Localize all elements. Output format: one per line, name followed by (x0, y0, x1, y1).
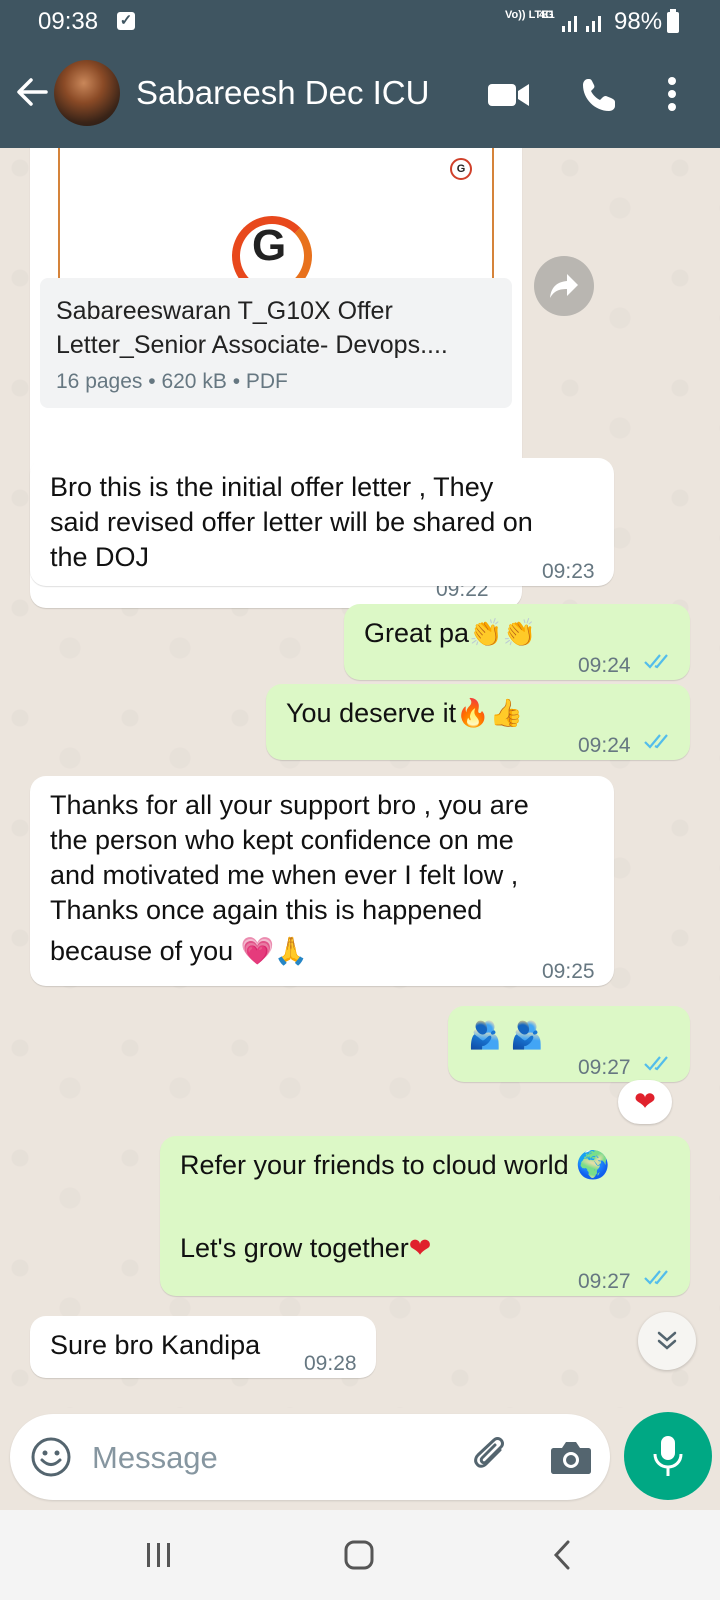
message-time: 09:24 (578, 734, 631, 757)
incoming-message[interactable]: Sure bro Kandipa 09:28 (30, 1316, 376, 1378)
message-time: 09:24 (578, 654, 631, 677)
double-check-icon (644, 1270, 668, 1285)
document-type: PDF (245, 370, 288, 393)
outgoing-message[interactable]: Great pa👏👏 09:24 (344, 604, 690, 680)
status-bar: 09:38 ✓ Vo)) LTE1 4G 98% (0, 0, 720, 44)
outgoing-message[interactable]: You deserve it🔥👍 09:24 (266, 684, 690, 760)
nav-back-icon[interactable] (552, 1540, 572, 1570)
voice-message-button[interactable] (624, 1412, 712, 1500)
notification-check-icon: ✓ (117, 12, 135, 30)
message-text: Great pa👏👏 (364, 616, 536, 651)
double-check-icon (644, 1056, 668, 1071)
message-input[interactable] (90, 1434, 454, 1482)
scroll-to-bottom-button[interactable] (638, 1312, 696, 1370)
avatar[interactable] (54, 60, 120, 126)
incoming-message[interactable]: Bro this is the initial offer letter , T… (30, 458, 614, 586)
system-navigation-bar (0, 1510, 720, 1600)
microphone-icon (653, 1436, 683, 1476)
message-emoji: 👏👏 (469, 618, 537, 649)
forward-icon (550, 274, 578, 298)
message-emoji: ❤ (408, 1233, 432, 1264)
message-line: Let's grow together (180, 1233, 409, 1263)
message-time: 09:27 (578, 1056, 631, 1079)
emoji-icon[interactable] (30, 1436, 72, 1478)
document-details: 16 pages • 620 kB • PDF (56, 364, 288, 399)
message-line: said revised offer letter will be shared… (50, 507, 533, 537)
message-text: You deserve it🔥👍 (286, 696, 523, 731)
document-preview[interactable]: G G (58, 148, 494, 296)
paperclip-icon[interactable] (470, 1436, 512, 1478)
document-logo-letter: G (252, 221, 287, 270)
message-reaction[interactable]: ❤ (618, 1080, 672, 1124)
message-emoji: 🌍 (576, 1150, 610, 1181)
message-list[interactable]: G G Sabareeswaran T_G10X Offer Letter_Se… (0, 148, 720, 1408)
message-line: the DOJ (50, 542, 150, 572)
message-line: Thanks for all your support bro , you ar… (50, 790, 529, 820)
message-emoji: 🔥👍 (456, 698, 524, 729)
double-check-icon (644, 654, 668, 669)
message-line: Refer your friends to cloud world (180, 1150, 569, 1180)
chevron-down-double-icon (657, 1331, 677, 1350)
separator-dot: • (148, 370, 162, 393)
message-time: 09:27 (578, 1270, 631, 1293)
back-arrow-icon[interactable] (14, 74, 50, 110)
battery-level: 98% (614, 8, 663, 35)
message-line: because of you (50, 936, 234, 966)
document-title: Sabareeswaran T_G10X Offer Letter_Senior… (56, 294, 448, 362)
signal-bars-icon (562, 10, 610, 41)
message-text: Thanks for all your support bro , you ar… (50, 788, 529, 969)
document-title-line2: Letter_Senior Associate- Devops.... (56, 331, 448, 359)
message-line: the person who kept confidence on me (50, 825, 514, 855)
document-title-line1: Sabareeswaran T_G10X Offer (56, 297, 393, 325)
document-size: 620 kB (161, 370, 227, 393)
outgoing-message[interactable]: Refer your friends to cloud world 🌍 Let'… (160, 1136, 690, 1296)
video-call-icon[interactable] (488, 80, 530, 110)
incoming-message[interactable]: Thanks for all your support bro , you ar… (30, 776, 614, 986)
document-pages: 16 pages (56, 370, 143, 393)
message-line: Great pa (364, 618, 470, 648)
message-line: You deserve it (286, 698, 457, 728)
chat-header: Sabareesh Dec ICU (0, 44, 720, 148)
message-line: Thanks once again this is happened (50, 895, 483, 925)
forward-button[interactable] (534, 256, 594, 316)
more-options-icon[interactable] (666, 76, 678, 112)
message-text: Sure bro Kandipa (50, 1330, 261, 1360)
contact-name[interactable]: Sabareesh Dec ICU (136, 74, 429, 112)
nav-home-icon[interactable] (344, 1540, 374, 1570)
message-line: Bro this is the initial offer letter , T… (50, 472, 494, 502)
message-line: and motivated me when ever I felt low , (50, 860, 519, 890)
signal-type: 4G (539, 9, 554, 21)
document-small-logo: G (450, 158, 472, 180)
document-info[interactable]: Sabareeswaran T_G10X Offer Letter_Senior… (40, 278, 512, 408)
message-emoji: 💗🙏 (240, 936, 308, 967)
camera-icon[interactable] (550, 1438, 592, 1476)
double-check-icon (644, 734, 668, 749)
message-time: 09:25 (542, 960, 595, 983)
voice-call-icon[interactable] (580, 76, 618, 114)
battery-icon (667, 9, 679, 33)
message-time: 09:23 (542, 560, 595, 583)
message-text: Bro this is the initial offer letter , T… (50, 470, 533, 575)
message-emoji: 🫂 🫂 (468, 1020, 544, 1051)
outgoing-message[interactable]: 🫂 🫂 09:27 (448, 1006, 690, 1082)
message-text: Refer your friends to cloud world 🌍 Let'… (180, 1148, 610, 1266)
message-time: 09:28 (304, 1352, 357, 1375)
separator-dot: • (232, 370, 246, 393)
message-composer (10, 1414, 610, 1500)
nav-recent-icon[interactable] (146, 1542, 172, 1568)
status-time: 09:38 (38, 8, 99, 35)
